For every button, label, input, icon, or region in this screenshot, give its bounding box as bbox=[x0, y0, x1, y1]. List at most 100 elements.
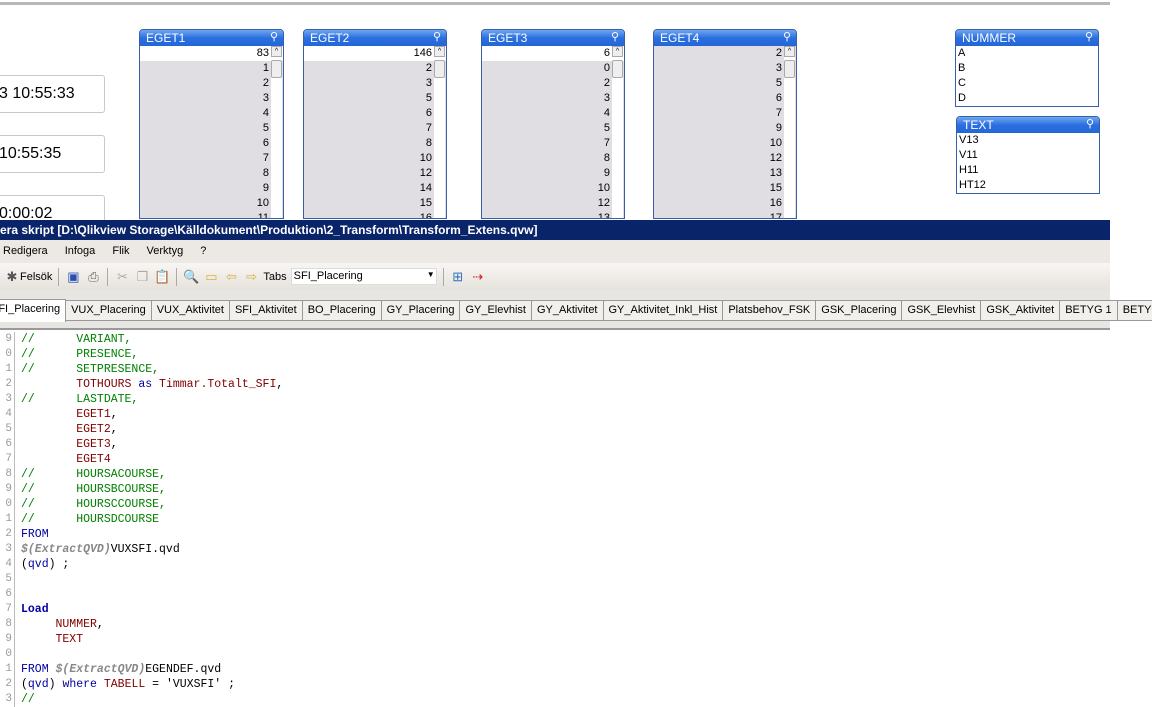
tab-gy_placering[interactable]: GY_Placering bbox=[381, 300, 461, 321]
listbox-value[interactable]: 16 bbox=[654, 196, 796, 211]
listbox-value[interactable]: 3 bbox=[482, 91, 624, 106]
listbox-value[interactable]: 2 bbox=[654, 46, 796, 61]
listbox-value[interactable]: 12 bbox=[304, 166, 446, 181]
listbox-text[interactable]: TEXT ⚲ V13 V11 H11 HT12 bbox=[956, 116, 1100, 194]
tab-vux_aktivitet[interactable]: VUX_Aktivitet bbox=[151, 300, 230, 321]
table-viewer-icon[interactable]: ⊞ bbox=[450, 269, 466, 285]
listbox-eget1[interactable]: EGET1 ⚲ 83 1 2 3 4 5 6 7 8 9 10 11 ^ bbox=[139, 29, 284, 219]
listbox-value[interactable]: 13 bbox=[482, 211, 624, 218]
cut-icon[interactable]: ✂ bbox=[114, 269, 130, 285]
listbox-value[interactable]: 2 bbox=[482, 76, 624, 91]
listbox-value[interactable]: 15 bbox=[304, 196, 446, 211]
scrollbar[interactable]: ^ bbox=[271, 46, 282, 218]
listbox-value[interactable]: 9 bbox=[482, 166, 624, 181]
listbox-value[interactable]: 16 bbox=[304, 211, 446, 218]
listbox-value[interactable]: 5 bbox=[140, 121, 283, 136]
search-icon[interactable]: ⚲ bbox=[433, 30, 441, 43]
debug-button[interactable]: Felsök bbox=[20, 271, 52, 283]
listbox-value[interactable]: 0 bbox=[482, 61, 624, 76]
menu-verktyg[interactable]: Verktyg bbox=[147, 245, 184, 257]
folder-icon[interactable]: ▭ bbox=[203, 269, 219, 285]
listbox-value[interactable]: 3 bbox=[140, 91, 283, 106]
tab-sfi_aktivitet[interactable]: SFI_Aktivitet bbox=[229, 300, 303, 321]
listbox-value[interactable]: 2 bbox=[304, 61, 446, 76]
listbox-value[interactable]: 13 bbox=[654, 166, 796, 181]
listbox-value[interactable]: 17 bbox=[654, 211, 796, 218]
scrollbar[interactable]: ^ bbox=[434, 46, 445, 218]
listbox-value[interactable]: V11 bbox=[957, 148, 1099, 163]
search-icon[interactable]: ⚲ bbox=[783, 30, 791, 43]
listbox-value[interactable]: 5 bbox=[654, 76, 796, 91]
listbox-value[interactable]: 4 bbox=[140, 106, 283, 121]
tab-gsk_aktivitet[interactable]: GSK_Aktivitet bbox=[981, 300, 1061, 321]
listbox-value[interactable]: V13 bbox=[957, 133, 1099, 148]
tab-vux_placering[interactable]: VUX_Placering bbox=[66, 300, 152, 321]
tabs-dropdown[interactable]: SFI_Placering ▼ bbox=[290, 268, 437, 285]
listbox-value[interactable]: C bbox=[956, 76, 1098, 91]
tab-gsk_placering[interactable]: GSK_Placering bbox=[816, 300, 903, 321]
listbox-value[interactable]: HT12 bbox=[957, 178, 1099, 193]
tab-bo_placering[interactable]: BO_Placering bbox=[302, 300, 382, 321]
listbox-value[interactable]: 83 bbox=[140, 46, 283, 61]
listbox-value[interactable]: D bbox=[956, 91, 1098, 106]
listbox-value[interactable]: 15 bbox=[654, 181, 796, 196]
menu-flik[interactable]: Flik bbox=[112, 245, 129, 257]
scroll-up-icon[interactable]: ^ bbox=[271, 46, 282, 57]
scrollbar[interactable]: ^ bbox=[784, 46, 795, 218]
listbox-value[interactable]: 12 bbox=[482, 196, 624, 211]
listbox-nummer[interactable]: NUMMER ⚲ ABCD bbox=[955, 29, 1099, 107]
tab-left-icon[interactable]: ⇦ bbox=[223, 269, 239, 285]
paste-icon[interactable]: 📋 bbox=[154, 269, 170, 285]
tab-gsk_elevhist[interactable]: GSK_Elevhist bbox=[902, 300, 982, 321]
tab-platsbehov_fsk[interactable]: Platsbehov_FSK bbox=[723, 300, 817, 321]
listbox-value[interactable]: 11 bbox=[140, 211, 283, 218]
listbox-value[interactable]: 10 bbox=[140, 196, 283, 211]
listbox-value[interactable]: 146 bbox=[304, 46, 446, 61]
syntax-check-icon[interactable]: ⇢ bbox=[470, 269, 486, 285]
listbox-value[interactable]: 7 bbox=[482, 136, 624, 151]
listbox-value[interactable]: 2 bbox=[140, 76, 283, 91]
tab-gy_aktivitet_inkl_hist[interactable]: GY_Aktivitet_Inkl_Hist bbox=[603, 300, 724, 321]
scroll-up-icon[interactable]: ^ bbox=[784, 46, 795, 57]
listbox-value[interactable]: 9 bbox=[140, 181, 283, 196]
listbox-value[interactable]: 6 bbox=[140, 136, 283, 151]
listbox-value[interactable]: 7 bbox=[140, 151, 283, 166]
listbox-value[interactable]: 6 bbox=[654, 91, 796, 106]
listbox-value[interactable]: 10 bbox=[304, 151, 446, 166]
listbox-value[interactable]: A bbox=[956, 46, 1098, 61]
scrollbar-thumb[interactable] bbox=[271, 60, 282, 78]
listbox-value[interactable]: 14 bbox=[304, 181, 446, 196]
listbox-value[interactable]: 1 bbox=[140, 61, 283, 76]
listbox-eget3[interactable]: EGET3 ⚲ 6 0 2 3 4 5 7 8 9 10 12 13 ^ bbox=[481, 29, 625, 219]
listbox-value[interactable]: 6 bbox=[304, 106, 446, 121]
listbox-value[interactable]: 3 bbox=[304, 76, 446, 91]
tab-gy_elevhist[interactable]: GY_Elevhist bbox=[460, 300, 532, 321]
listbox-value[interactable]: 8 bbox=[140, 166, 283, 181]
search-icon[interactable]: ⚲ bbox=[611, 30, 619, 43]
scroll-up-icon[interactable]: ^ bbox=[612, 46, 623, 57]
script-editor[interactable]: 9 // VARIANT, 0 // PRESENCE, 1 // SETPRESENCE… bbox=[0, 332, 1110, 707]
listbox-value[interactable]: B bbox=[956, 61, 1098, 76]
tab-betyg[interactable]: BETYG bbox=[1117, 300, 1152, 321]
tab-gy_aktivitet[interactable]: GY_Aktivitet bbox=[531, 300, 604, 321]
search-icon[interactable]: ⚲ bbox=[270, 30, 278, 43]
print-icon[interactable]: ⎙ bbox=[85, 269, 101, 285]
menu-help[interactable]: ? bbox=[200, 245, 206, 257]
listbox-value[interactable]: 10 bbox=[654, 136, 796, 151]
find-icon[interactable]: 🔍 bbox=[183, 269, 199, 285]
listbox-value[interactable]: 3 bbox=[654, 61, 796, 76]
menu-infoga[interactable]: Infoga bbox=[65, 245, 96, 257]
scrollbar-thumb[interactable] bbox=[434, 60, 445, 78]
listbox-value[interactable]: 5 bbox=[304, 91, 446, 106]
listbox-value[interactable]: 12 bbox=[654, 151, 796, 166]
scrollbar-thumb[interactable] bbox=[784, 60, 795, 78]
listbox-value[interactable]: 4 bbox=[482, 106, 624, 121]
listbox-value[interactable]: 9 bbox=[654, 121, 796, 136]
listbox-value[interactable]: 8 bbox=[482, 151, 624, 166]
listbox-value[interactable]: 7 bbox=[654, 106, 796, 121]
listbox-value[interactable]: H11 bbox=[957, 163, 1099, 178]
tab-right-icon[interactable]: ⇨ bbox=[243, 269, 259, 285]
tab-sfi_placering[interactable]: SFI_Placering bbox=[0, 299, 67, 322]
tab-betyg-1[interactable]: BETYG 1 bbox=[1060, 300, 1118, 321]
listbox-eget2[interactable]: EGET2 ⚲ 146 2 3 5 6 7 8 10 12 14 15 16 ^ bbox=[303, 29, 447, 219]
